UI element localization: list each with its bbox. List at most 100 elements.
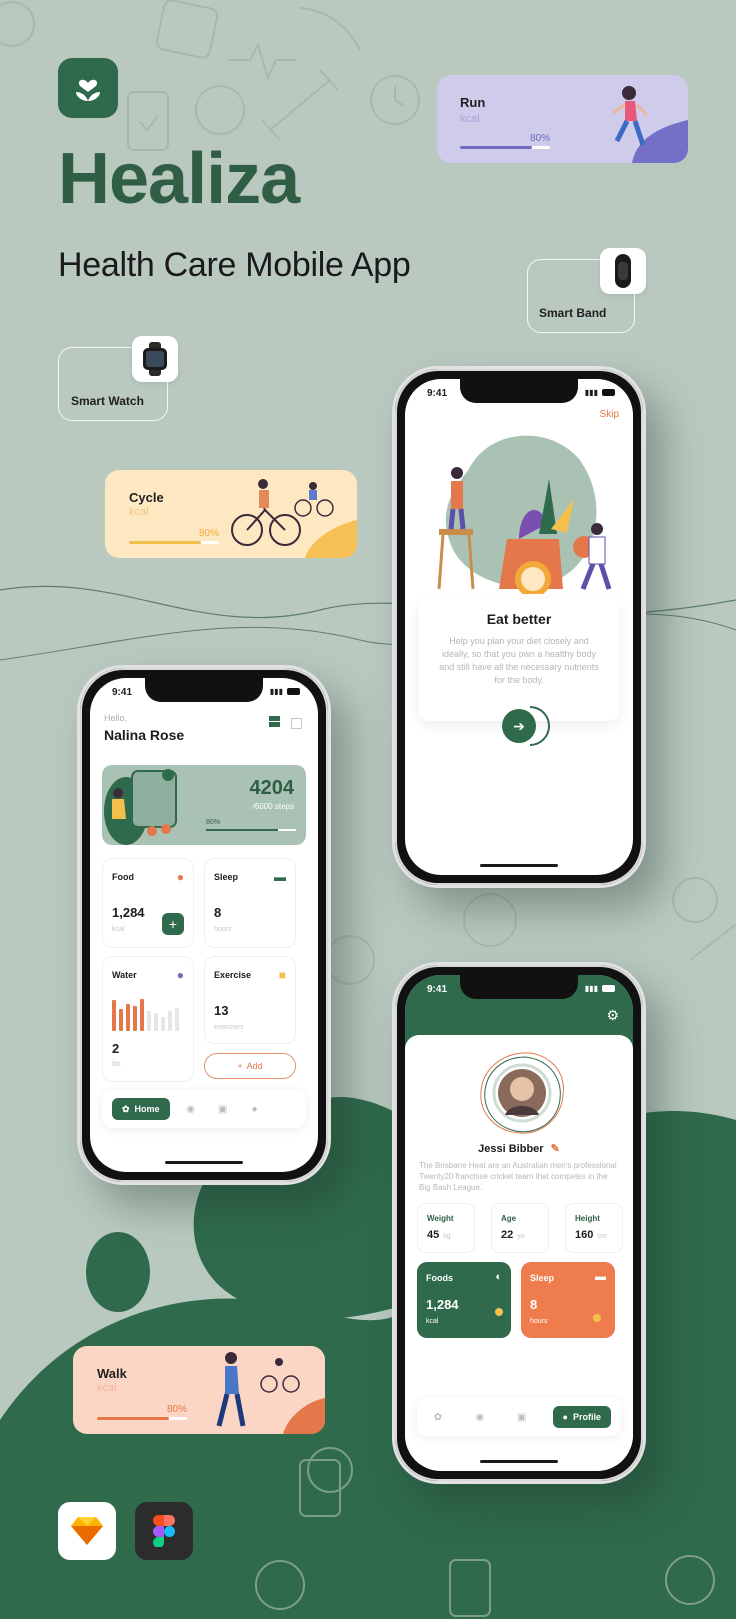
onboarding-card: Eat better Help you plan your diet close… [419, 599, 619, 721]
battery-icon [287, 688, 300, 695]
settings-gear-icon[interactable]: ⚙ [606, 1007, 619, 1024]
sleep-card[interactable]: Sleep ▬ 8 hours [204, 858, 296, 948]
cycle-card[interactable]: Cycle kcal 80% [105, 470, 357, 558]
plus-icon: + [168, 916, 178, 932]
status-time: 9:41 [427, 984, 448, 995]
tab-bar: ✿ ◉ ▣ ● Profile [417, 1398, 621, 1436]
grid-view-toggle[interactable] [269, 716, 280, 727]
battery-icon [602, 389, 615, 396]
exercise-label: Exercise [214, 970, 252, 980]
decor-dot [593, 1314, 601, 1322]
add-label: Add [246, 1061, 263, 1071]
brand-subtitle: Health Care Mobile App [58, 246, 411, 284]
greeting: Hello, [104, 713, 128, 723]
food-label: Food [112, 872, 134, 882]
water-bar [140, 999, 144, 1031]
exercise-card[interactable]: Exercise ■ 13 exercises [204, 956, 296, 1044]
signal-icon: ▮▮▮ [269, 687, 283, 696]
food-card[interactable]: Food ● 1,284 kcal + [102, 858, 194, 948]
map-runner-illustration [104, 769, 177, 845]
cycle-percent: 80% [199, 528, 220, 539]
status-icons: ▮▮▮ [585, 984, 615, 993]
profile-sleep-unit: hours [530, 1318, 548, 1325]
smart-band-label: Smart Band [539, 306, 607, 320]
steps-card[interactable]: 4204 /6000 steps 80% [102, 765, 306, 845]
home-indicator [480, 1460, 558, 1463]
signal-icon: ▮▮▮ [584, 388, 598, 397]
walk-card[interactable]: Walk kcal 80% [73, 1346, 325, 1434]
notch [460, 975, 578, 999]
avatar[interactable] [475, 1049, 569, 1137]
edit-pencil-icon[interactable]: ✎ [551, 1143, 560, 1155]
user-icon: ● [562, 1412, 568, 1422]
notch [145, 678, 263, 702]
age-value: 22 yo [501, 1229, 525, 1241]
run-card[interactable]: Run kcal 80% [437, 75, 688, 163]
sleep-unit: hours [214, 926, 232, 933]
water-bar [154, 1013, 158, 1031]
sleep-label: Sleep [214, 872, 239, 882]
tab-explore-compass-icon[interactable]: ◉ [180, 1104, 202, 1115]
cycle-unit: kcal [129, 506, 149, 518]
water-card[interactable]: Water ● 2 lits [102, 956, 194, 1082]
tab-home-leaf-icon[interactable]: ✿ [427, 1412, 449, 1423]
smart-watch-label: Smart Watch [71, 394, 144, 408]
weight-value: 45 kg [427, 1229, 451, 1241]
skip-button[interactable]: Skip [600, 409, 619, 420]
signal-icon: ▮▮▮ [584, 984, 598, 993]
home-phone: 9:41 ▮▮▮ Hello, Nalina Rose 4204 /6000 s… [77, 665, 331, 1185]
water-bar [161, 1017, 165, 1031]
onboarding-description: Help you plan your diet closely and idea… [439, 636, 599, 685]
add-button[interactable]: + Add [204, 1053, 296, 1079]
exercise-unit: exercises [214, 1024, 244, 1031]
tab-device-watch-icon[interactable]: ▣ [212, 1104, 234, 1115]
tab-profile[interactable]: ● Profile [552, 1406, 611, 1428]
water-bar [119, 1009, 123, 1031]
exercise-value: 13 [214, 1003, 229, 1018]
tab-device-watch-icon[interactable]: ▣ [511, 1412, 533, 1423]
height-label: Height [575, 1214, 600, 1223]
run-percent: 80% [530, 133, 551, 144]
status-icons: ▮▮▮ [270, 687, 300, 696]
sketch-icon [71, 1517, 103, 1545]
add-food-button[interactable]: + [162, 913, 184, 935]
tab-explore-compass-icon[interactable]: ◉ [469, 1412, 491, 1423]
sketch-tool [58, 1502, 116, 1560]
notch [460, 379, 578, 403]
age-metric: Age 22 yo [491, 1203, 549, 1253]
walk-percent: 80% [167, 1404, 188, 1415]
water-bar [133, 1006, 137, 1031]
list-view-toggle[interactable] [291, 716, 302, 734]
tab-home[interactable]: ✿ Home [112, 1098, 170, 1120]
grid-view-icon [269, 716, 280, 727]
cycle-title: Cycle [129, 490, 164, 505]
foods-card[interactable]: Foods ◐ 1,284 kcal [417, 1262, 511, 1338]
status-icons: ▮▮▮ [585, 388, 615, 397]
age-number: 22 [501, 1229, 514, 1241]
next-button[interactable]: ➔ [502, 709, 536, 743]
smart-band-icon [600, 248, 646, 294]
walk-progress [97, 1417, 187, 1420]
water-bar [175, 1008, 179, 1031]
age-label: Age [501, 1214, 517, 1223]
food-value: 1,284 [112, 905, 145, 920]
height-unit: cm [597, 1233, 607, 1240]
foods-unit: kcal [426, 1318, 439, 1325]
bed-icon: ▬ [274, 870, 286, 884]
tab-profile-user-icon[interactable]: ● [244, 1104, 266, 1115]
list-view-icon [291, 718, 302, 729]
app-logo [58, 58, 118, 118]
age-unit: yo [517, 1233, 525, 1240]
home-screen: 9:41 ▮▮▮ Hello, Nalina Rose 4204 /6000 s… [90, 678, 318, 1172]
smart-watch-icon [132, 336, 178, 382]
walk-title: Walk [97, 1366, 127, 1381]
profile-sleep-card[interactable]: Sleep ▬ 8 hours [521, 1262, 615, 1338]
water-unit: lits [112, 1061, 121, 1068]
user-name: Nalina Rose [104, 727, 185, 743]
food-icon: ● [176, 870, 184, 884]
weight-number: 45 [427, 1229, 440, 1241]
cycle-progress [129, 541, 219, 544]
steps-value: 4204 [249, 777, 295, 799]
weight-label: Weight [427, 1214, 454, 1223]
dumbbell-icon: ■ [278, 968, 286, 982]
